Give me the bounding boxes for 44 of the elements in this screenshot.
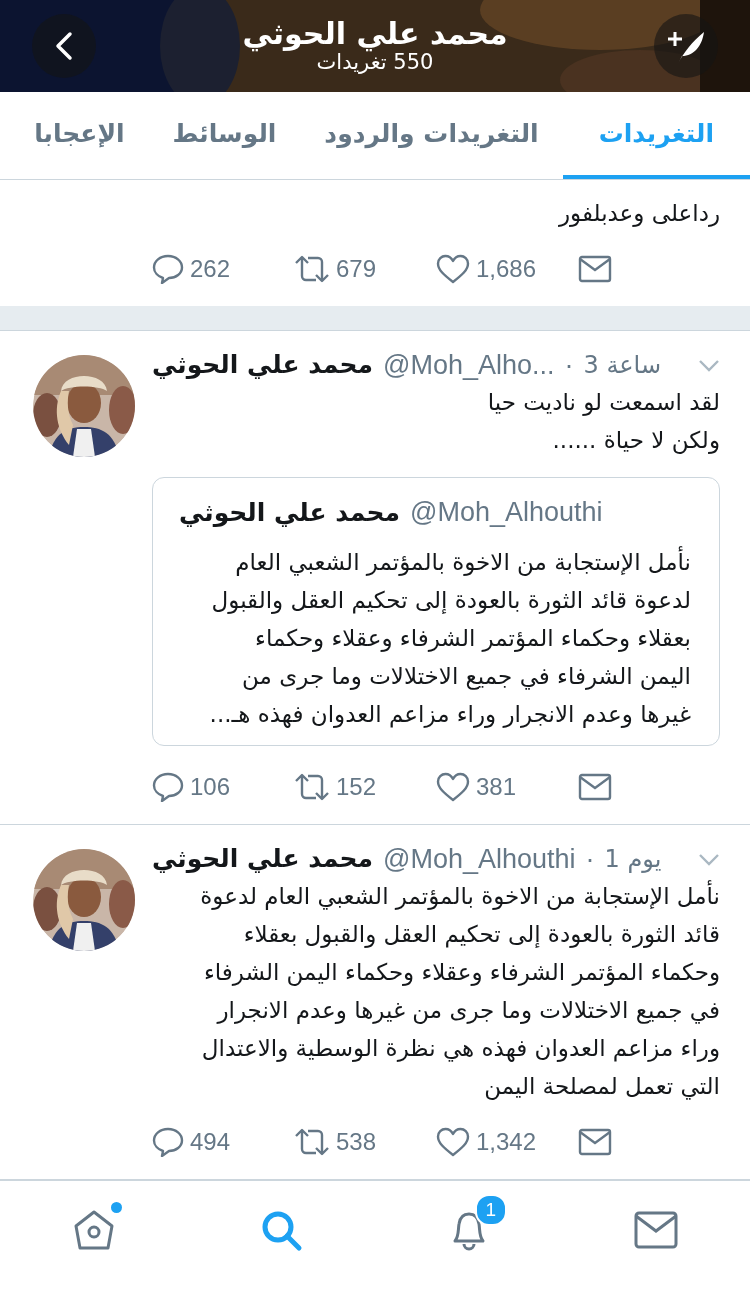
reply-icon[interactable]	[152, 771, 184, 802]
retweet-icon[interactable]	[294, 254, 330, 284]
count: 538	[336, 1127, 377, 1158]
tweet-time: 1 يوم	[604, 844, 662, 874]
count: 381	[476, 771, 517, 802]
mail-icon[interactable]	[578, 1128, 612, 1157]
tab[interactable]: التغريدات	[562, 92, 750, 179]
tab[interactable]: التغريدات والردود	[300, 92, 563, 179]
retweet-icon[interactable]	[294, 771, 330, 802]
reply-icon[interactable]	[152, 1127, 184, 1158]
count: 262	[190, 254, 231, 284]
heart-icon[interactable]	[436, 771, 470, 802]
mail-icon[interactable]	[578, 772, 612, 801]
count: 679	[336, 254, 377, 284]
mail-icon	[634, 1210, 679, 1249]
quoted-tweet[interactable]	[152, 477, 720, 746]
count: 106	[190, 771, 231, 802]
author-handle: @Moh_Alho...	[383, 349, 555, 382]
back-icon	[54, 31, 74, 61]
count: 1,342	[476, 1127, 537, 1158]
retweet-icon[interactable]	[294, 1127, 330, 1158]
author-name: محمد علي الحوثي	[179, 496, 400, 529]
separator-dot: ·	[585, 842, 595, 876]
separator-dot: ·	[564, 349, 574, 382]
tab[interactable]: الوسائط	[148, 92, 301, 179]
tweet-text: رداعلى وعدبلفور	[557, 199, 720, 229]
count: 1,686	[476, 254, 537, 284]
heart-icon[interactable]	[436, 254, 470, 284]
reply-icon[interactable]	[152, 254, 184, 284]
author-handle: @Moh_Alhouthi	[410, 496, 603, 530]
tweet-text: نأمل الإستجابة من الاخوة بالمؤتمر الشعبي العام لدعوة قائد الثورة بالعودة إلى تحكيم العقل والقبول بعقلاء وحكماء المؤتمر الشرفاء وعقلاء وحكماء اليمن الشرفاء في جميع الاختلالات وما جرى من غيرها وعدم الانجرار وراء مزاعم العدوان فهذه هي نظرة الوسطية والاعتدال التي تعمل لمصلحة اليمن	[152, 877, 720, 1106]
count: 152	[336, 771, 377, 802]
notifications-tab[interactable]: 1	[428, 1191, 509, 1268]
tweet-time: 3 ساعة	[583, 350, 662, 380]
notification-badge: 1	[474, 1193, 507, 1226]
author-name: محمد علي الحوثي	[152, 844, 373, 875]
mail-icon[interactable]	[578, 255, 612, 283]
tab[interactable]: الإعجابا	[10, 92, 149, 179]
author-name: محمد علي الحوثي	[152, 350, 373, 381]
heart-icon[interactable]	[436, 1127, 470, 1158]
author-handle: @Moh_Alhouthi	[383, 842, 576, 876]
tweet-text: لقد اسمعت لو ناديت حيا ولكن لا حياة ......	[486, 388, 720, 456]
count: 494	[190, 1127, 231, 1158]
tweet-text: نأمل الإستجابة من الاخوة بالمؤتمر الشعبي العام لدعوة قائد الثورة بالعودة إلى تحكيم العقل والقبول بعقلاء وحكماء المؤتمر الشرفاء وعقلاء وحكماء اليمن الشرفاء في جميع الاختلالات وما جرى من غيرها وعدم الانجرار وراء مزاعم العدوان فهذه هـ...	[208, 545, 691, 730]
